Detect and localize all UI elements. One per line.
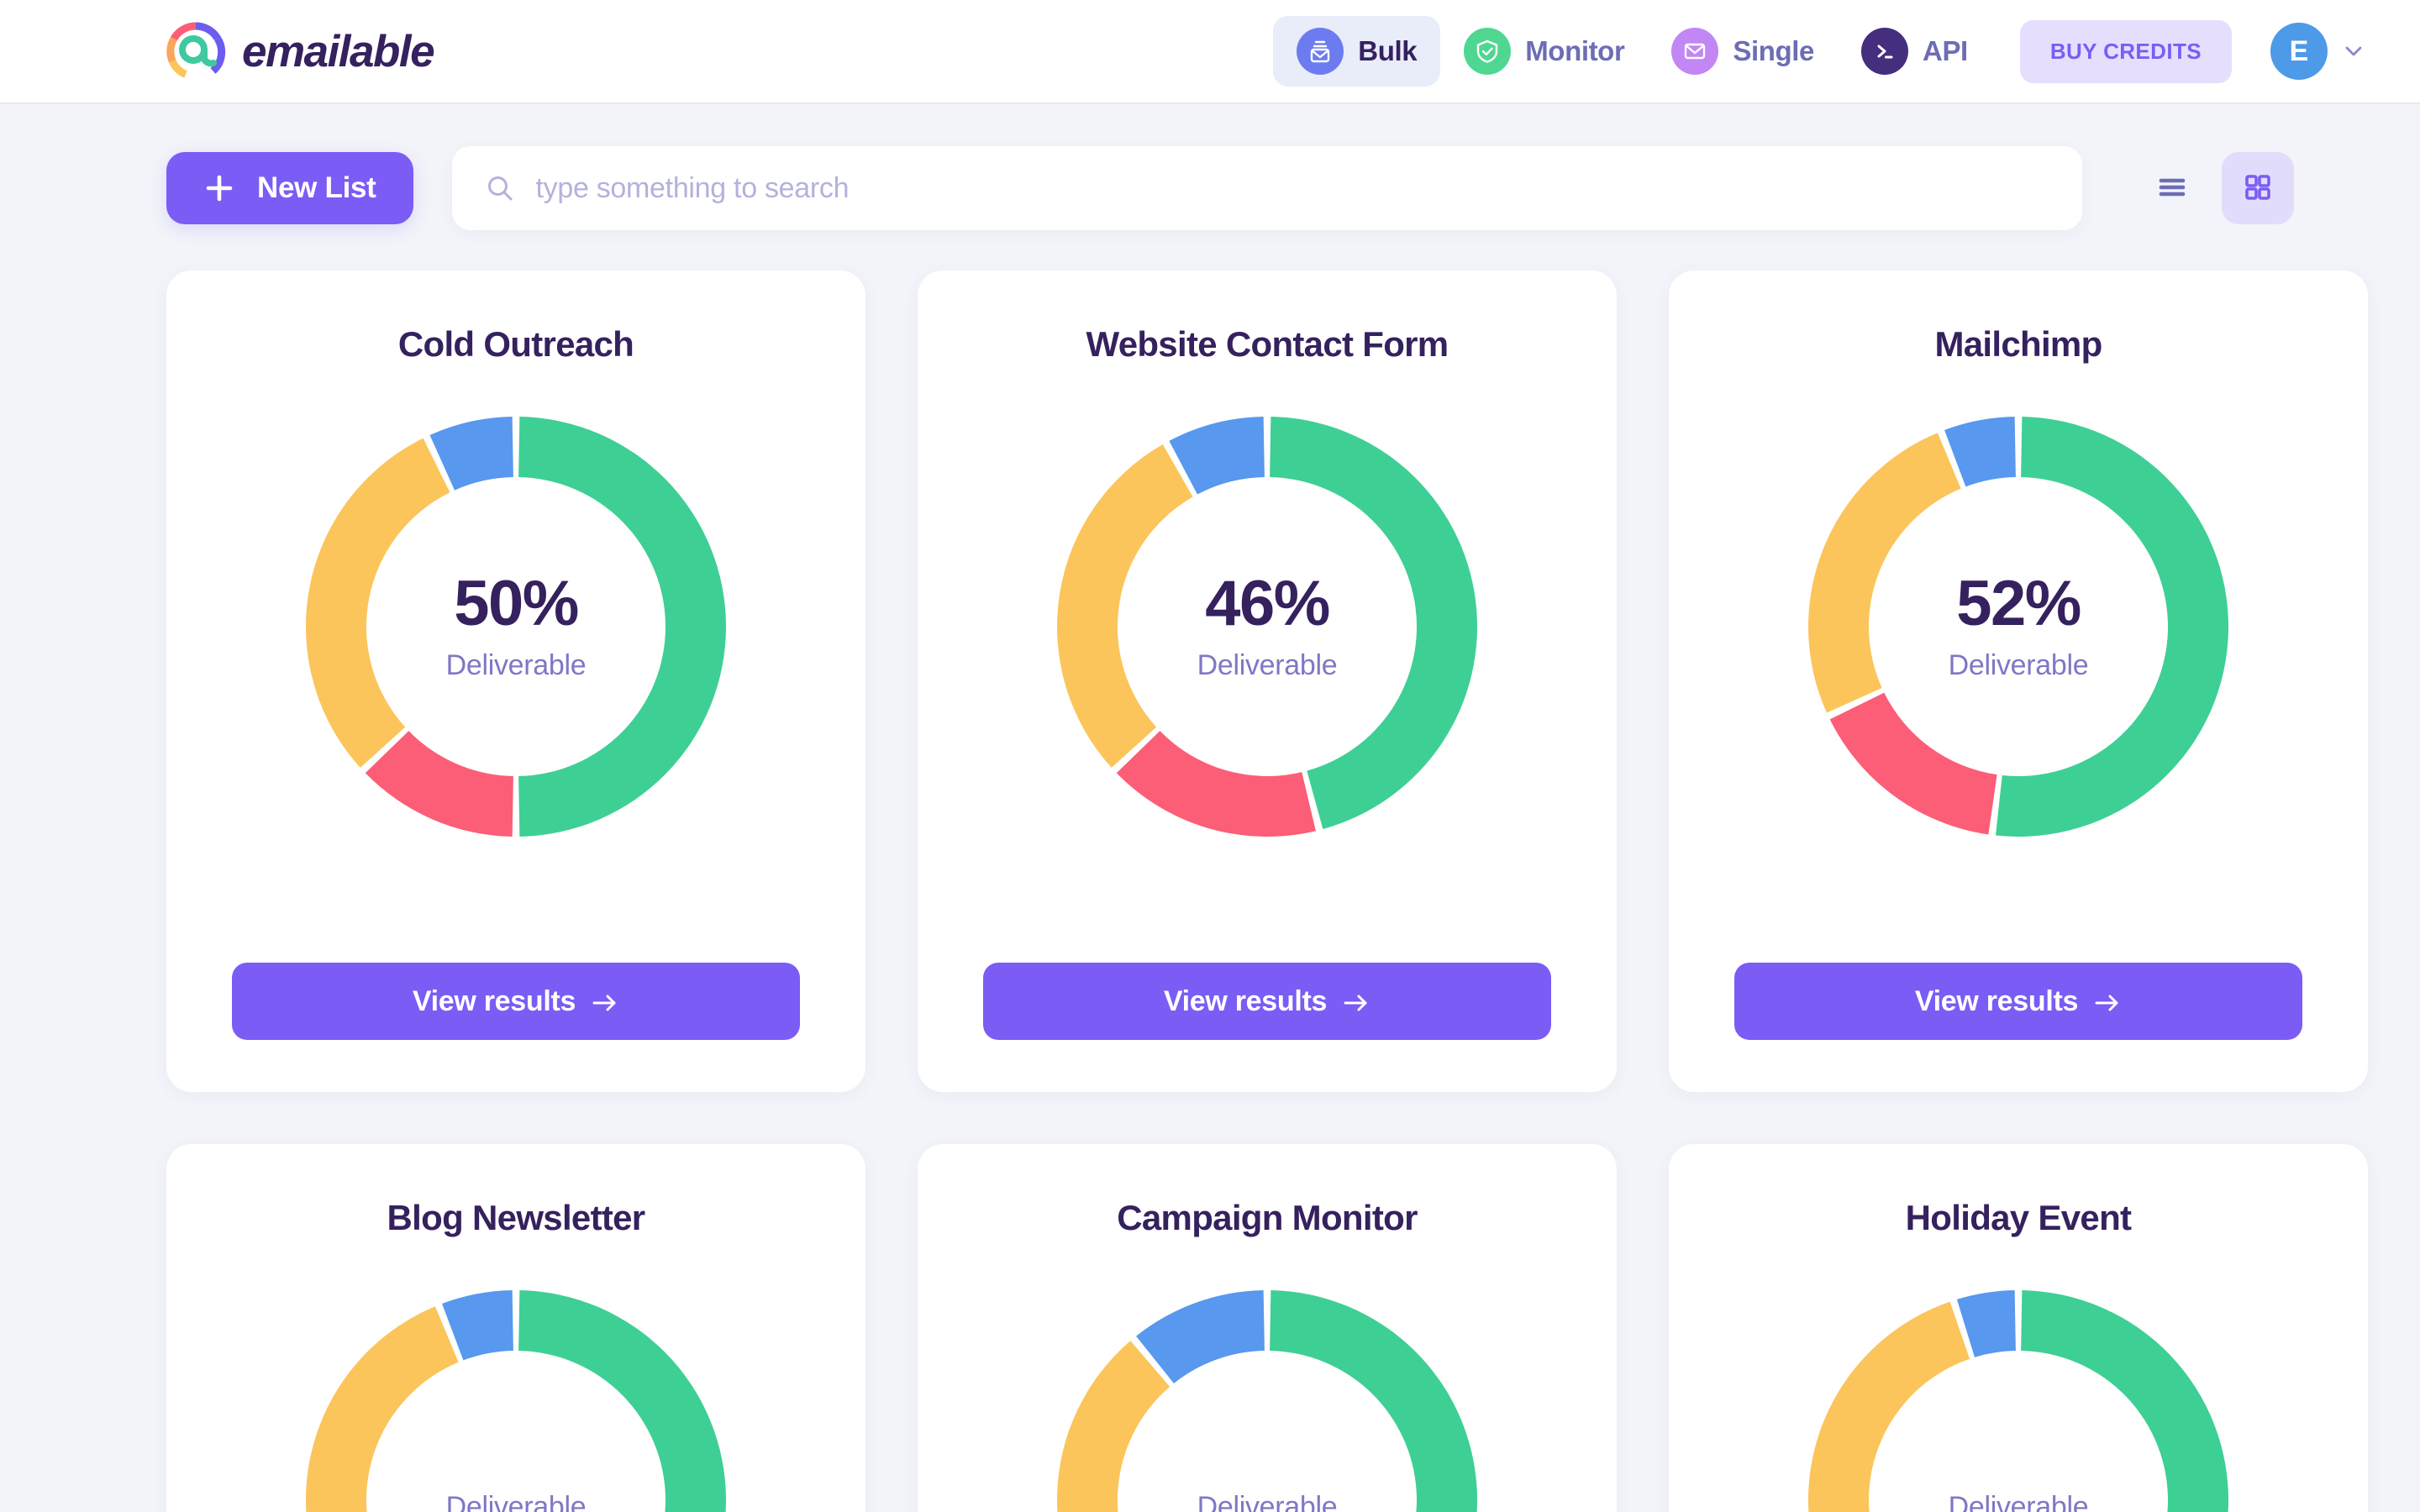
brand-name: emailable (242, 26, 435, 76)
view-results-label: View results (1914, 984, 2079, 1017)
view-results-button[interactable]: View results (232, 963, 800, 1040)
nav-item-single[interactable]: Single (1648, 16, 1838, 87)
deliverability-donut-chart: 46% Deliverable (1057, 417, 1477, 837)
buy-credits-button[interactable]: BUY CREDITS (2019, 19, 2232, 83)
deliverability-donut-chart: Deliverable (306, 1290, 726, 1512)
shield-check-icon (1464, 28, 1512, 75)
nav-item-api[interactable]: API (1838, 16, 1991, 87)
nav-label-single: Single (1733, 35, 1815, 66)
deliverability-donut-chart: Deliverable (1057, 1290, 1477, 1512)
nav-label-monitor: Monitor (1525, 35, 1625, 66)
view-results-button[interactable]: View results (983, 963, 1551, 1040)
search-input[interactable] (535, 171, 2050, 205)
app-header: emailable Bulk Monitor Single API BUY CR… (0, 0, 2420, 104)
card-title: Mailchimp (1934, 324, 2102, 364)
deliverability-donut-chart: Deliverable (1808, 1290, 2228, 1512)
card-title: Cold Outreach (397, 324, 634, 364)
nav-label-api: API (1923, 35, 1968, 66)
list-card-grid: Cold Outreach 50% Deliverable View resul… (0, 230, 2420, 1512)
terminal-icon (1861, 28, 1909, 75)
list-toolbar: New List (0, 104, 2420, 230)
arrow-right-icon (2093, 990, 2122, 1013)
search-icon (484, 172, 516, 204)
nav-item-bulk[interactable]: Bulk (1273, 16, 1441, 87)
account-menu[interactable]: E (2270, 23, 2368, 80)
arrow-right-icon (591, 990, 619, 1013)
card-title: Blog Newsletter (387, 1198, 646, 1237)
card-title: Holiday Event (1905, 1198, 2132, 1237)
list-card[interactable]: Holiday Event Deliverable View results (1669, 1144, 2368, 1512)
card-title: Website Contact Form (1086, 324, 1449, 364)
nav-label-bulk: Bulk (1358, 35, 1418, 66)
view-results-label: View results (1163, 984, 1328, 1017)
list-view-icon (2154, 169, 2191, 208)
arrow-right-icon (1342, 990, 1370, 1013)
search-bar[interactable] (451, 146, 2082, 230)
list-view-toggle[interactable] (2136, 152, 2208, 224)
deliverability-donut-chart: 52% Deliverable (1808, 417, 2228, 837)
list-card[interactable]: Campaign Monitor Deliverable View result… (918, 1144, 1617, 1512)
new-list-label: New List (257, 171, 376, 204)
brand-logo-lockup[interactable]: emailable (165, 20, 435, 82)
new-list-button[interactable]: New List (166, 152, 413, 224)
bulk-inbox-icon (1297, 28, 1344, 75)
avatar: E (2270, 23, 2328, 80)
grid-view-icon (2239, 169, 2276, 208)
emailable-ring-logo-icon (165, 20, 227, 82)
envelope-icon (1671, 28, 1719, 75)
list-card[interactable]: Website Contact Form 46% Deliverable Vie… (918, 270, 1617, 1092)
nav-item-monitor[interactable]: Monitor (1440, 16, 1648, 87)
chevron-down-icon[interactable] (2339, 37, 2368, 66)
list-card[interactable]: Blog Newsletter Deliverable View results (166, 1144, 865, 1512)
primary-nav: Bulk Monitor Single API BUY CREDITS E (1273, 16, 2368, 87)
list-card[interactable]: Mailchimp 52% Deliverable View results (1669, 270, 2368, 1092)
view-toggle-group (2136, 152, 2294, 224)
card-title: Campaign Monitor (1117, 1198, 1418, 1237)
grid-view-toggle[interactable] (2221, 152, 2294, 224)
deliverability-donut-chart: 50% Deliverable (306, 417, 726, 837)
view-results-label: View results (412, 984, 576, 1017)
view-results-button[interactable]: View results (1734, 963, 2302, 1040)
list-card[interactable]: Cold Outreach 50% Deliverable View resul… (166, 270, 865, 1092)
plus-icon (203, 172, 235, 204)
